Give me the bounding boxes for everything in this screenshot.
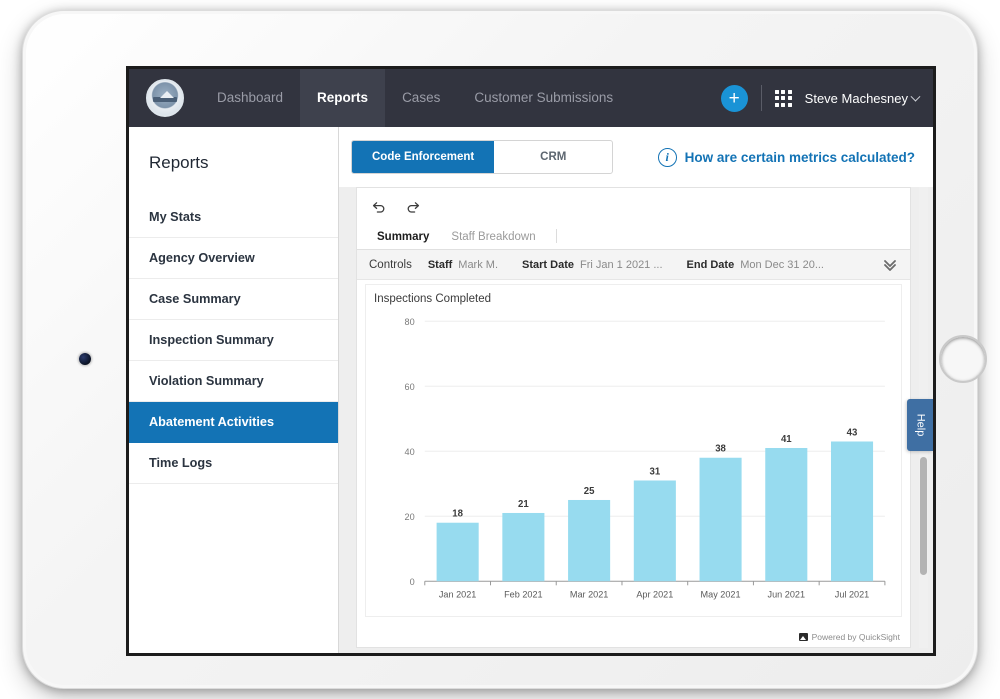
control-end-date-label: End Date bbox=[686, 258, 735, 271]
undo-icon[interactable] bbox=[371, 200, 387, 216]
quicksight-footer-label: Powered by QuickSight bbox=[811, 632, 900, 642]
info-circle-icon: i bbox=[657, 147, 677, 167]
chart-bar-value-label: 43 bbox=[847, 427, 858, 438]
help-tab-label: Help bbox=[914, 413, 926, 437]
reports-sidebar: Reports My Stats Agency Overview Case Su… bbox=[129, 127, 339, 653]
controls-label: Controls bbox=[369, 258, 412, 271]
quicksight-footer: Powered by QuickSight bbox=[798, 632, 900, 642]
nav-right-group: + Steve Machesney bbox=[720, 69, 921, 127]
sidebar-item-agency-overview[interactable]: Agency Overview bbox=[129, 238, 338, 279]
double-chevron-down-icon[interactable] bbox=[882, 250, 898, 280]
city-seal-logo-icon bbox=[146, 79, 184, 117]
chart-bar[interactable] bbox=[830, 441, 874, 582]
tab-code-enforcement[interactable]: Code Enforcement bbox=[352, 141, 495, 173]
quicksight-dashboard-card: Summary Staff Breakdown Controls Staff M… bbox=[356, 187, 911, 648]
user-menu[interactable]: Steve Machesney bbox=[804, 90, 921, 106]
sidebar-item-abatement-activities[interactable]: Abatement Activities bbox=[129, 402, 338, 443]
bar-chart[interactable]: 0 20 40 60 80 18 Jan 2021 21 Feb 2021 25 Mar 2021 3… bbox=[366, 309, 893, 616]
module-toggle-group: Code Enforcement CRM bbox=[351, 140, 614, 174]
chart-bar-value-label: 18 bbox=[452, 509, 463, 520]
tablet-device-frame: Dashboard Reports Cases Customer Submiss… bbox=[22, 10, 987, 689]
page-body: Reports My Stats Agency Overview Case Su… bbox=[129, 127, 933, 653]
y-axis-tick-label: 80 bbox=[405, 317, 415, 327]
control-end-date-value[interactable]: Mon Dec 31 20... bbox=[740, 259, 824, 271]
sheet-tab-bar: Summary Staff Breakdown bbox=[357, 222, 910, 250]
chart-bar-value-label: 38 bbox=[715, 444, 726, 455]
x-axis-tick-label: Jan 2021 bbox=[439, 590, 477, 600]
home-button[interactable] bbox=[939, 335, 987, 383]
chart-bar[interactable] bbox=[699, 457, 742, 582]
x-axis-tick-label: Apr 2021 bbox=[636, 590, 673, 600]
control-staff-value[interactable]: Mark M. bbox=[458, 259, 498, 271]
x-axis-tick-label: Mar 2021 bbox=[570, 590, 608, 600]
x-axis-tick-label: Jul 2021 bbox=[835, 590, 869, 600]
user-name-label: Steve Machesney bbox=[804, 90, 908, 106]
controls-bar: Controls Staff Mark M. Start Date Fri Ja… bbox=[357, 250, 910, 280]
chevron-down-icon bbox=[910, 91, 921, 102]
chart-bar-value-label: 21 bbox=[518, 499, 529, 510]
tab-crm[interactable]: CRM bbox=[494, 141, 612, 173]
redo-icon[interactable] bbox=[405, 200, 421, 216]
page-title: Reports bbox=[149, 153, 209, 172]
tablet-screen: Dashboard Reports Cases Customer Submiss… bbox=[126, 66, 936, 656]
chart-bar-value-label: 31 bbox=[649, 466, 660, 477]
tab-summary[interactable]: Summary bbox=[369, 231, 441, 249]
y-axis-tick-label: 20 bbox=[405, 512, 415, 522]
x-axis-tick-label: Feb 2021 bbox=[504, 590, 543, 600]
x-axis-tick-label: Jun 2021 bbox=[768, 590, 806, 600]
content-header: Code Enforcement CRM i How are certain m… bbox=[339, 127, 933, 187]
chart-bar[interactable] bbox=[633, 480, 676, 582]
sidebar-item-violation-summary[interactable]: Violation Summary bbox=[129, 361, 338, 402]
dashboard-toolbar bbox=[357, 188, 910, 222]
add-new-button[interactable]: + bbox=[720, 84, 748, 112]
nav-item-customer-submissions[interactable]: Customer Submissions bbox=[457, 69, 630, 127]
front-camera-icon bbox=[79, 353, 91, 365]
nav-item-reports[interactable]: Reports bbox=[300, 69, 386, 127]
sidebar-item-time-logs[interactable]: Time Logs bbox=[129, 443, 338, 484]
sidebar-item-my-stats[interactable]: My Stats bbox=[129, 197, 338, 238]
sidebar-item-inspection-summary[interactable]: Inspection Summary bbox=[129, 320, 338, 361]
nav-divider bbox=[760, 85, 762, 111]
content-scrollbar-thumb[interactable] bbox=[920, 457, 927, 575]
tab-staff-breakdown[interactable]: Staff Breakdown bbox=[443, 231, 547, 249]
chart-svg: 0 20 40 60 80 18 Jan 2021 21 Feb 2021 25 Mar 2021 3… bbox=[405, 317, 886, 600]
chart-bar[interactable] bbox=[502, 512, 545, 582]
y-axis-tick-label: 0 bbox=[410, 577, 415, 587]
chart-bar[interactable] bbox=[436, 522, 479, 582]
content-pane: Code Enforcement CRM i How are certain m… bbox=[339, 127, 933, 653]
control-start-date-label: Start Date bbox=[522, 258, 574, 271]
chart-title: Inspections Completed bbox=[374, 293, 491, 305]
tab-divider bbox=[555, 229, 557, 243]
sidebar-item-case-summary[interactable]: Case Summary bbox=[129, 279, 338, 320]
x-axis-tick-label: May 2021 bbox=[701, 590, 741, 600]
help-tab-button[interactable]: Help bbox=[907, 399, 933, 451]
y-axis-tick-label: 40 bbox=[405, 447, 415, 457]
control-start-date-value[interactable]: Fri Jan 1 2021 ... bbox=[580, 259, 663, 271]
nav-item-dashboard[interactable]: Dashboard bbox=[200, 69, 300, 127]
nav-item-cases[interactable]: Cases bbox=[385, 69, 457, 127]
chart-bar-value-label: 41 bbox=[781, 434, 792, 445]
chart-bar[interactable] bbox=[568, 499, 611, 582]
quicksight-logo-icon bbox=[798, 633, 808, 641]
y-axis-tick-label: 60 bbox=[405, 382, 415, 392]
chart-bar-value-label: 25 bbox=[584, 486, 595, 497]
chart-bar[interactable] bbox=[765, 447, 808, 582]
chart-container: Inspections Completed 0 20 40 60 80 18 Jan 202… bbox=[365, 284, 902, 617]
control-staff-label: Staff bbox=[427, 258, 453, 271]
metrics-help-link[interactable]: i How are certain metrics calculated? bbox=[657, 127, 915, 187]
top-navigation-bar: Dashboard Reports Cases Customer Submiss… bbox=[129, 69, 933, 127]
metrics-help-label: How are certain metrics calculated? bbox=[684, 149, 915, 165]
apps-grid-icon[interactable] bbox=[774, 89, 792, 107]
